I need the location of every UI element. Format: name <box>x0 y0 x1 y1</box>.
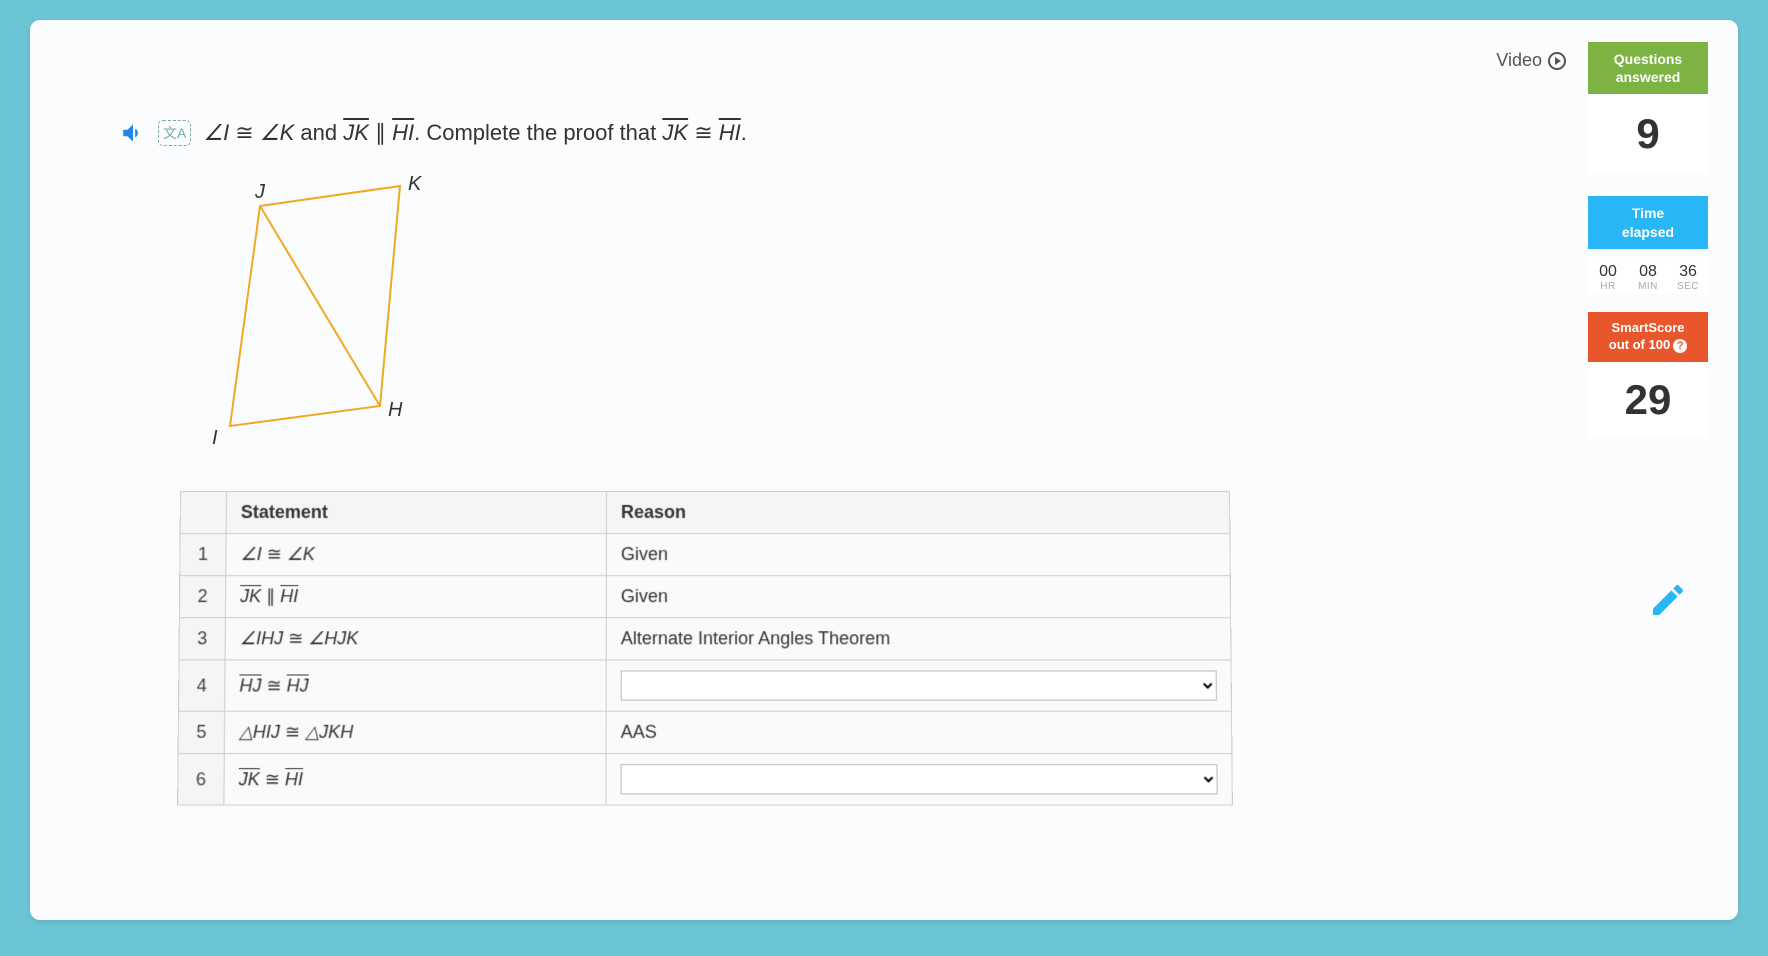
play-icon <box>1548 52 1566 70</box>
top-right-controls: Video Questions answered 9 Time elapsed … <box>1496 42 1708 438</box>
smartscore-label: SmartScore out of 100? <box>1588 312 1708 362</box>
header-statement: Statement <box>226 491 606 533</box>
reason-cell[interactable]: Alternate Interior Angles Theorem <box>606 618 1231 660</box>
audio-icon[interactable] <box>120 120 146 146</box>
header-blank <box>180 491 226 533</box>
statement-cell[interactable]: JK ∥ HI <box>225 576 606 618</box>
timer-sec-label: SEC <box>1668 281 1708 292</box>
proof-table: Statement Reason 1 ∠I ≅ ∠K Given 2 JK ∥ … <box>177 491 1233 806</box>
timer-min: 08 <box>1628 263 1668 281</box>
translate-icon[interactable]: 文A <box>158 120 191 146</box>
timer-hr: 00 <box>1588 263 1628 281</box>
table-row: 1 ∠I ≅ ∠K Given <box>180 534 1231 576</box>
reason-select[interactable] <box>621 764 1218 794</box>
reason-cell[interactable]: AAS <box>606 711 1232 753</box>
question-sentence: ∠I ≅ ∠K and JK ∥ HI. Complete the proof … <box>203 120 747 146</box>
reason-cell <box>606 754 1232 805</box>
time-elapsed-label: Time elapsed <box>1588 196 1708 248</box>
timer-sec: 36 <box>1668 263 1708 281</box>
vertex-I: I <box>212 427 218 449</box>
stats-sidebar: Questions answered 9 Time elapsed 00 HR … <box>1588 42 1708 438</box>
statement-cell[interactable]: JK ≅ HI <box>224 754 606 805</box>
question-card: Video Questions answered 9 Time elapsed … <box>30 20 1738 920</box>
help-icon[interactable]: ? <box>1673 339 1687 353</box>
questions-answered-label: Questions answered <box>1588 42 1708 94</box>
header-reason: Reason <box>606 491 1229 533</box>
questions-answered-value: 9 <box>1588 94 1708 174</box>
reason-cell <box>606 660 1231 711</box>
statement-cell[interactable]: ∠I ≅ ∠K <box>226 534 607 576</box>
geometry-diagram: J K H I <box>210 176 1698 461</box>
proof-table-body: 1 ∠I ≅ ∠K Given 2 JK ∥ HI Given 3 ∠IHJ ≅… <box>178 534 1233 806</box>
table-row: 4 HJ ≅ HJ <box>178 660 1231 711</box>
video-label: Video <box>1496 50 1542 71</box>
smartscore-value: 29 <box>1588 362 1708 438</box>
reason-cell[interactable]: Given <box>606 534 1230 576</box>
scratchpad-button[interactable] <box>1648 580 1688 620</box>
reason-cell[interactable]: Given <box>606 576 1230 618</box>
table-row: 5 △HIJ ≅ △JKH AAS <box>178 711 1232 753</box>
statement-cell[interactable]: HJ ≅ HJ <box>225 660 607 711</box>
video-button[interactable]: Video <box>1496 42 1566 71</box>
reason-select[interactable] <box>621 670 1217 700</box>
vertex-K: K <box>408 176 423 195</box>
vertex-J: J <box>254 181 266 203</box>
vertex-H: H <box>388 399 403 421</box>
statement-cell[interactable]: ∠IHJ ≅ ∠HJK <box>225 618 606 660</box>
timer: 00 HR 08 MIN 36 SEC <box>1588 257 1708 294</box>
question-text: 文A ∠I ≅ ∠K and JK ∥ HI. Complete the pro… <box>120 120 1698 146</box>
timer-min-label: MIN <box>1628 281 1668 292</box>
table-row: 3 ∠IHJ ≅ ∠HJK Alternate Interior Angles … <box>179 618 1231 660</box>
statement-cell[interactable]: △HIJ ≅ △JKH <box>224 711 606 753</box>
timer-hr-label: HR <box>1588 281 1628 292</box>
table-row: 2 JK ∥ HI Given <box>179 576 1230 618</box>
table-row: 6 JK ≅ HI <box>178 754 1233 805</box>
